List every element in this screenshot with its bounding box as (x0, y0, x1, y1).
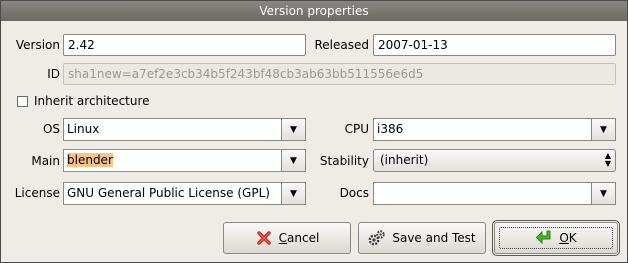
os-combo[interactable]: Linux ▼ (63, 118, 306, 141)
save-and-test-label: Save and Test (392, 231, 476, 245)
up-down-arrows-icon: ▲ ▼ (604, 151, 611, 168)
cancel-label: Cancel (278, 231, 320, 245)
license-dropdown-button[interactable]: ▼ (281, 182, 306, 205)
main-combo[interactable]: blender ▼ (63, 149, 306, 172)
cancel-button[interactable]: Cancel (223, 222, 351, 254)
window-title: Version properties (1, 1, 627, 21)
docs-combo[interactable]: ▼ (373, 182, 616, 205)
released-field[interactable]: 2007-01-13 (373, 34, 616, 56)
cpu-value[interactable]: i386 (373, 118, 592, 141)
gears-icon (368, 230, 386, 246)
ok-label: OK (559, 231, 577, 245)
down-triangle-icon: ▼ (290, 155, 297, 166)
license-value[interactable]: GNU General Public License (GPL) (63, 182, 282, 205)
inherit-architecture-checkbox[interactable] (17, 96, 28, 107)
id-field: sha1new=a7ef2e3cb34b5f243bf48cb3ab63bb51… (63, 63, 616, 85)
down-triangle-icon: ▼ (600, 124, 607, 135)
docs-dropdown-button[interactable]: ▼ (591, 182, 616, 205)
down-triangle-icon: ▼ (600, 188, 607, 199)
license-combo[interactable]: GNU General Public License (GPL) ▼ (63, 182, 306, 205)
save-and-test-button[interactable]: Save and Test (358, 222, 486, 254)
docs-value[interactable] (373, 182, 592, 205)
stability-value: (inherit) (380, 153, 429, 167)
cpu-dropdown-button[interactable]: ▼ (591, 118, 616, 141)
stability-label: Stability (319, 154, 369, 168)
main-selected-text: blender (67, 153, 113, 167)
id-label: ID (47, 67, 60, 81)
os-label: OS (42, 122, 60, 136)
cpu-combo[interactable]: i386 ▼ (373, 118, 616, 141)
ok-button[interactable]: OK (492, 220, 620, 256)
stability-select[interactable]: (inherit) ▲ ▼ (373, 149, 616, 172)
version-field[interactable]: 2.42 (63, 34, 306, 56)
version-label: Version (15, 38, 60, 52)
cpu-label: CPU (344, 122, 369, 136)
docs-label: Docs (339, 186, 369, 200)
main-label: Main (31, 154, 60, 168)
down-triangle-icon: ▼ (290, 124, 297, 135)
red-x-icon (256, 231, 271, 245)
main-value[interactable]: blender (63, 149, 282, 172)
green-check-arrow-icon (536, 230, 551, 245)
license-label: License (14, 186, 60, 200)
main-dropdown-button[interactable]: ▼ (281, 149, 306, 172)
os-value[interactable]: Linux (63, 118, 282, 141)
inherit-architecture-label: Inherit architecture (34, 94, 150, 108)
version-properties-dialog: Version properties Version 2.42 Released… (0, 0, 628, 263)
down-triangle-icon: ▼ (290, 188, 297, 199)
os-dropdown-button[interactable]: ▼ (281, 118, 306, 141)
released-label: Released (314, 38, 369, 52)
